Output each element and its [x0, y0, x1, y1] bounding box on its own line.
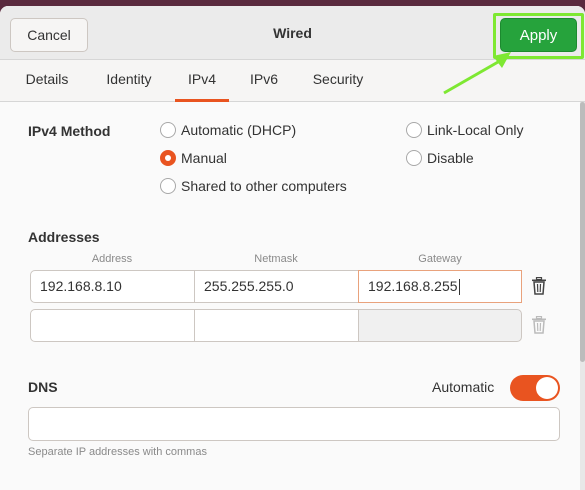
- address-field-2[interactable]: [30, 309, 195, 342]
- netmask-field-1[interactable]: 255.255.255.0: [194, 270, 359, 303]
- address-field-1[interactable]: 192.168.8.10: [30, 270, 195, 303]
- dns-hint: Separate IP addresses with commas: [28, 446, 207, 458]
- radio-indicator[interactable]: [406, 150, 422, 166]
- radio-label: Shared to other computers: [181, 178, 347, 194]
- radio-label: Link-Local Only: [427, 122, 524, 138]
- dns-automatic-label: Automatic: [432, 379, 495, 395]
- radio-indicator[interactable]: [160, 178, 176, 194]
- dns-input[interactable]: [28, 407, 560, 441]
- radio-label: Disable: [427, 150, 474, 166]
- switch-knob: [536, 377, 558, 399]
- radio-indicator-checked[interactable]: [160, 150, 176, 166]
- tab-bar: Details Identity IPv4 IPv6 Security: [0, 60, 585, 102]
- apply-button[interactable]: Apply: [500, 18, 577, 52]
- text-caret: [458, 279, 460, 296]
- radio-disable[interactable]: Disable: [406, 150, 474, 166]
- radio-label: Manual: [181, 150, 227, 166]
- radio-link-local[interactable]: Link-Local Only: [406, 122, 524, 138]
- trash-icon[interactable]: [531, 277, 547, 295]
- column-header-netmask: Netmask: [254, 253, 298, 265]
- tab-ipv4[interactable]: IPv4: [175, 60, 229, 102]
- radio-manual[interactable]: Manual: [160, 150, 227, 166]
- radio-indicator[interactable]: [160, 122, 176, 138]
- dns-label: DNS: [28, 379, 58, 395]
- trash-icon-disabled: [532, 316, 546, 334]
- netmask-field-2[interactable]: [194, 309, 359, 342]
- network-settings-dialog: Cancel Wired Apply Details Identity IPv4…: [0, 6, 585, 490]
- scrollbar-thumb[interactable]: [580, 102, 585, 362]
- column-header-gateway: Gateway: [418, 253, 462, 265]
- header-bar: Cancel Wired Apply: [0, 6, 585, 60]
- radio-automatic-dhcp[interactable]: Automatic (DHCP): [160, 122, 296, 138]
- tab-identity[interactable]: Identity: [90, 60, 168, 102]
- column-header-address: Address: [91, 253, 133, 265]
- radio-indicator[interactable]: [406, 122, 422, 138]
- gateway-field-2: [358, 309, 522, 342]
- addresses-label: Addresses: [28, 229, 100, 245]
- gateway-value: 192.168.8.255: [368, 278, 458, 294]
- tab-ipv6[interactable]: IPv6: [238, 60, 290, 102]
- tab-details[interactable]: Details: [10, 60, 84, 102]
- radio-label: Automatic (DHCP): [181, 122, 297, 138]
- gateway-field-1[interactable]: 192.168.8.255: [358, 270, 522, 303]
- cancel-button[interactable]: Cancel: [10, 18, 88, 52]
- tab-security[interactable]: Security: [300, 60, 376, 102]
- radio-shared[interactable]: Shared to other computers: [160, 178, 347, 194]
- ipv4-method-label: IPv4 Method: [28, 123, 111, 139]
- dns-automatic-switch[interactable]: [510, 375, 560, 401]
